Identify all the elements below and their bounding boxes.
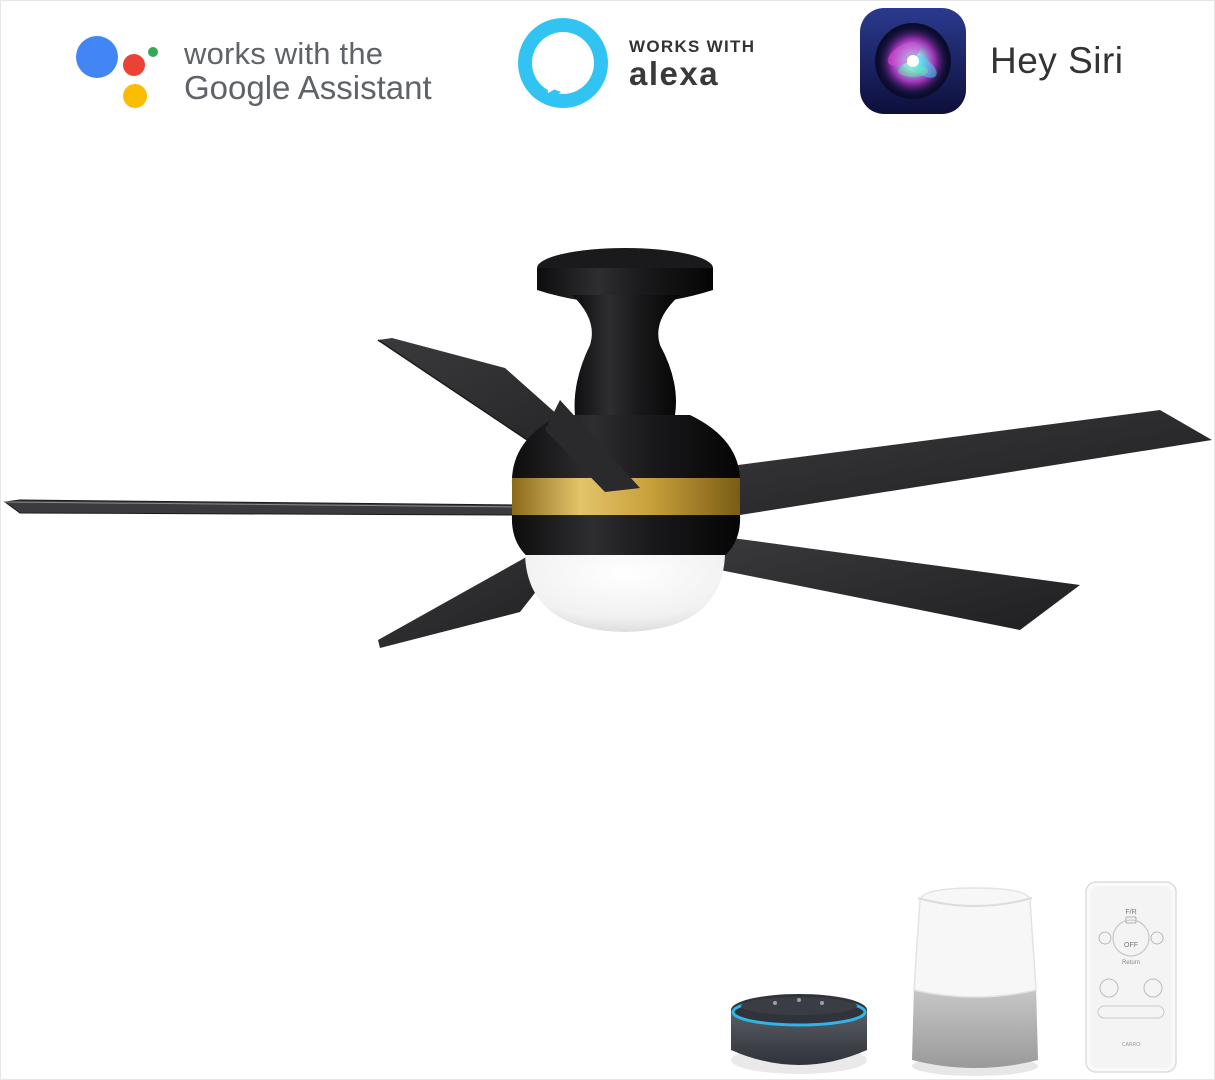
fan-blade-right: [700, 410, 1212, 515]
product-scene: F/R OFF Return CARRO: [3, 248, 1212, 1076]
remote-fr-label: F/R: [1125, 909, 1136, 916]
remote-brand-label: CARRO: [1122, 1042, 1140, 1048]
ceiling-fan-icon: [3, 248, 1212, 648]
fan-blade-lower-right: [710, 535, 1080, 630]
remote-return-label: Return: [1122, 960, 1140, 966]
remote-control-icon: F/R OFF Return CARRO: [1085, 881, 1177, 1073]
smart-speaker-icon: [731, 994, 867, 1074]
remote-off-label: OFF: [1124, 942, 1138, 949]
smart-display-speaker-icon: [912, 887, 1038, 1076]
fan-blade-lower-left: [378, 555, 545, 648]
